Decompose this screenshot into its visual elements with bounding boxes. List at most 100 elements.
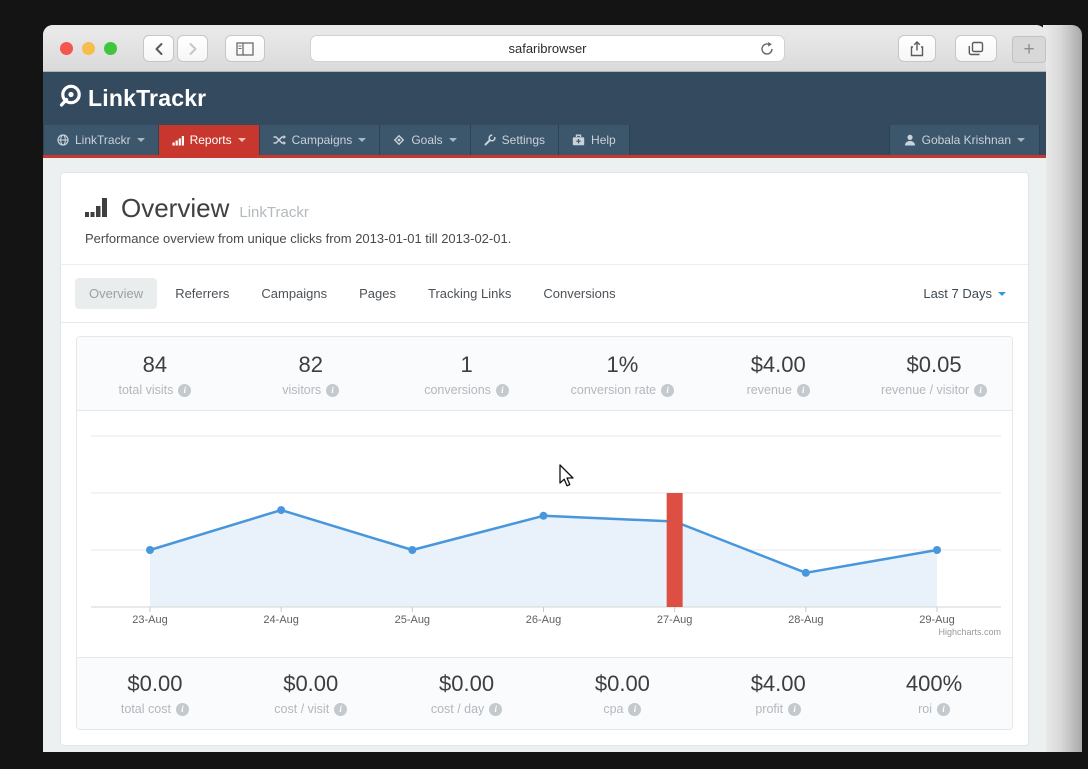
signal-bars-icon	[85, 195, 111, 222]
nav-label: LinkTrackr	[75, 133, 131, 147]
new-tab-button[interactable]: +	[1012, 36, 1046, 63]
info-icon[interactable]: i	[974, 383, 988, 397]
page-subtitle: Performance overview from unique clicks …	[85, 231, 512, 246]
info-icon[interactable]: i	[788, 702, 802, 716]
stat-label: total visits	[118, 383, 174, 397]
chevron-down-icon	[998, 291, 1006, 296]
nav-item-settings[interactable]: Settings	[470, 125, 560, 155]
svg-text:27-Aug: 27-Aug	[657, 614, 692, 626]
stat-label: total cost	[120, 702, 171, 716]
new-tab-plus-icon: +	[1023, 38, 1035, 60]
info-icon[interactable]: i	[937, 702, 950, 716]
tabs-overview-icon	[968, 41, 984, 56]
sidebar-button[interactable]	[225, 35, 265, 62]
user-name: Gobala Krishnan	[921, 133, 1011, 147]
chevron-down-icon	[237, 138, 246, 142]
info-icon[interactable]: i	[334, 702, 348, 716]
svg-text:26-Aug: 26-Aug	[526, 614, 561, 626]
info-icon[interactable]: i	[796, 383, 810, 397]
globe-icon	[57, 134, 69, 146]
address-bar[interactable]: safaribrowser	[310, 35, 785, 62]
zoom-traffic-light[interactable]	[104, 42, 117, 55]
site-header: LinkTrackr	[43, 72, 1046, 125]
stat-cost-per-visit: $0.00 cost / visit i	[233, 671, 389, 716]
share-icon	[910, 40, 924, 57]
main-navbar: LinkTrackr Reports Campaigns Goals Setti…	[43, 125, 1046, 158]
svg-text:24-Aug: 24-Aug	[263, 614, 298, 626]
stat-value: 84	[142, 352, 168, 377]
info-icon[interactable]: i	[175, 702, 189, 716]
user-icon	[904, 134, 916, 146]
stat-cpa: $0.00 cpa i	[544, 671, 700, 716]
nav-item-reports[interactable]: Reports	[158, 125, 260, 155]
stat-cost-per-day: $0.00 cost / day i	[389, 671, 545, 716]
date-range-dropdown[interactable]: Last 7 Days	[923, 286, 1014, 301]
minimize-traffic-light[interactable]	[82, 42, 95, 55]
stat-label: profit	[755, 702, 784, 716]
tab-overview[interactable]: Overview	[75, 278, 158, 309]
share-button[interactable]	[898, 35, 936, 62]
stat-label: cost / day	[430, 702, 485, 716]
stat-value: $0.00	[283, 671, 339, 696]
svg-text:25-Aug: 25-Aug	[395, 614, 430, 626]
nav-label: Goals	[411, 133, 443, 147]
page-title: Overview	[121, 193, 230, 223]
nav-label: Help	[591, 133, 616, 147]
svg-text:28-Aug: 28-Aug	[788, 614, 823, 626]
screenshot-root: { "browser": { "url": "safaribrowser", "…	[0, 0, 1088, 769]
info-icon[interactable]: i	[495, 383, 509, 397]
nav-item-help[interactable]: Help	[559, 125, 630, 155]
page-title-suffix: LinkTrackr	[239, 204, 309, 221]
info-icon[interactable]: i	[326, 383, 340, 397]
info-icon[interactable]: i	[661, 383, 675, 397]
forward-button[interactable]	[177, 35, 208, 62]
stat-label: revenue	[746, 383, 792, 397]
nav-item-linktrackr[interactable]: LinkTrackr	[43, 125, 159, 155]
tab-conversions[interactable]: Conversions	[529, 278, 629, 309]
overview-card: Overview LinkTrackr Performance overview…	[60, 172, 1029, 746]
tab-referrers[interactable]: Referrers	[161, 278, 243, 309]
svg-text:23-Aug: 23-Aug	[132, 614, 167, 626]
back-button[interactable]	[143, 35, 174, 62]
highcharts-area-chart[interactable]: 23-Aug 24-Aug 25-Aug 26-Aug 27-Aug 28-Aug 29-A…	[77, 411, 1013, 657]
app-logo[interactable]: LinkTrackr	[57, 82, 206, 115]
stat-label: conversions	[424, 383, 491, 397]
stat-label: visitors	[282, 383, 322, 397]
page-header: Overview LinkTrackr Performance overview…	[61, 173, 1028, 265]
back-chevron-icon	[154, 42, 164, 56]
tab-pages[interactable]: Pages	[345, 278, 410, 309]
close-traffic-light[interactable]	[60, 42, 73, 55]
stat-conversions: 1 conversions i	[389, 352, 545, 397]
tab-campaigns[interactable]: Campaigns	[247, 278, 341, 309]
nav-item-campaigns[interactable]: Campaigns	[259, 125, 381, 155]
info-icon[interactable]: i	[489, 702, 503, 716]
user-menu[interactable]: Gobala Krishnan	[888, 125, 1040, 155]
stat-value: 1%	[606, 352, 639, 377]
top-stats-row: 84 total visits i 82 visitors i 1 conversi…	[77, 337, 1012, 411]
linktrackr-logo-icon	[57, 82, 88, 115]
stat-revenue: $4.00 revenue i	[700, 352, 856, 397]
nav-label: Campaigns	[291, 133, 353, 147]
safari-window: safaribrowser + LinkTrackr LinkTrackr Re…	[43, 25, 1046, 752]
nav-item-goals[interactable]: Goals	[380, 125, 471, 155]
tab-overview-button[interactable]	[955, 35, 997, 62]
chevron-down-icon	[448, 138, 457, 142]
info-icon[interactable]: i	[178, 383, 192, 397]
wrench-icon	[484, 134, 496, 146]
info-icon[interactable]: i	[628, 702, 642, 716]
navbar-spacer	[629, 125, 889, 155]
tab-tracking-links[interactable]: Tracking Links	[414, 278, 525, 309]
visits-chart[interactable]: 23-Aug 24-Aug 25-Aug 26-Aug 27-Aug 28-Aug 29-A…	[77, 411, 1012, 657]
stat-revenue-per-visitor: $0.05 revenue / visitor i	[856, 352, 1012, 397]
address-bar-text: safaribrowser	[508, 41, 587, 56]
stat-conversion-rate: 1% conversion rate i	[544, 352, 700, 397]
stat-visitors: 82 visitors i	[233, 352, 389, 397]
bottom-stats-row: $0.00 total cost i $0.00 cost / visit i $0…	[77, 657, 1012, 729]
stat-value: $0.00	[127, 671, 183, 696]
stat-roi: 400% roi i	[856, 671, 1012, 716]
stat-total-visits: 84 total visits i	[77, 352, 233, 397]
report-tabs: Overview Referrers Campaigns Pages Track…	[61, 265, 1028, 323]
highcharts-credit[interactable]: Highcharts.com	[938, 627, 1001, 637]
stat-label: revenue / visitor	[880, 383, 970, 397]
reload-icon[interactable]	[759, 41, 775, 60]
